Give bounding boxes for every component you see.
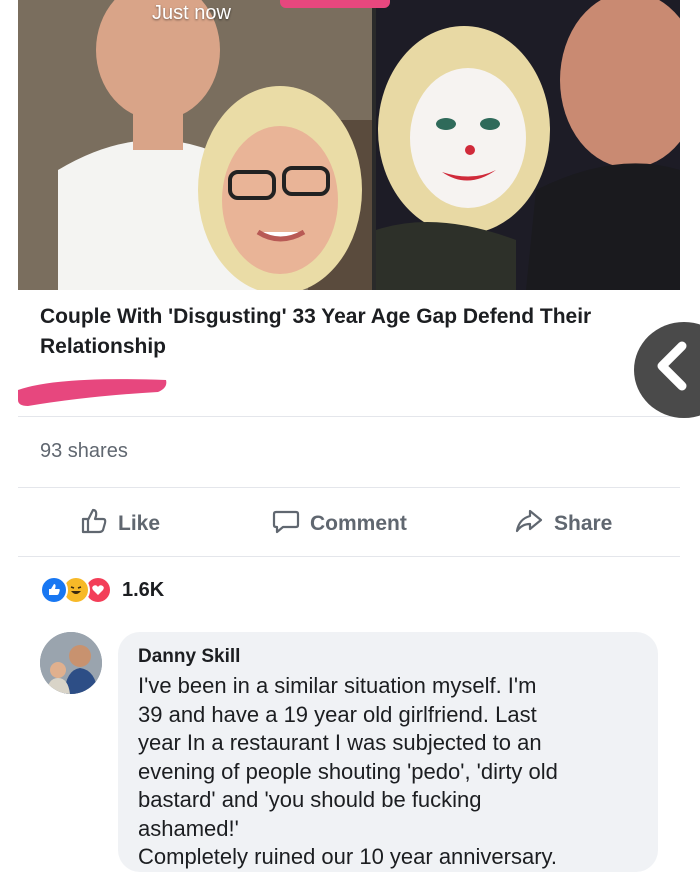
pink-redaction-scribble (18, 379, 167, 406)
reaction-count: 1.6K (122, 578, 165, 601)
commenter-avatar[interactable] (40, 632, 102, 694)
post-timestamp: Just now (152, 2, 231, 24)
comment-bubble-icon (272, 507, 300, 541)
post-card: Just now Couple With 'Disgusting' 33 Yea… (18, 0, 680, 878)
divider (18, 416, 680, 417)
divider (18, 556, 680, 557)
divider (18, 487, 680, 488)
pink-redaction-top (280, 0, 390, 8)
comment-button[interactable]: Comment (272, 507, 407, 541)
link-preview-image[interactable]: Just now (18, 0, 680, 290)
action-bar: Like Comment Share (18, 497, 680, 549)
share-arrow-icon (514, 507, 544, 541)
comment-text: I've been in a similar situation myself.… (138, 673, 558, 869)
reactions-summary[interactable]: 1.6K (40, 576, 164, 604)
photo-couple-left (18, 0, 372, 290)
like-button[interactable]: Like (80, 507, 160, 541)
like-label: Like (118, 512, 161, 535)
back-chevron-icon (657, 341, 687, 391)
photo-couple-right (376, 0, 680, 290)
shares-count[interactable]: 93 shares (40, 440, 128, 463)
thumbs-up-icon (80, 507, 108, 541)
like-reaction-icon (40, 576, 68, 604)
link-title[interactable]: Couple With 'Disgusting' 33 Year Age Gap… (40, 302, 660, 362)
share-label: Share (554, 512, 613, 535)
comment-author[interactable]: Danny Skill (138, 646, 240, 668)
comment-label: Comment (310, 512, 407, 535)
share-button[interactable]: Share (514, 507, 612, 541)
comment-bubble: Danny Skill I've been in a similar situa… (118, 632, 658, 872)
